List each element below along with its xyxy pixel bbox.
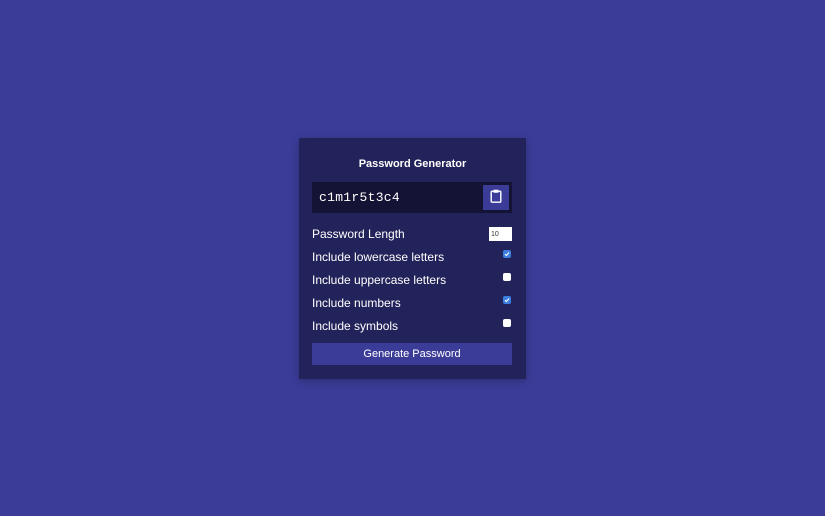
setting-symbols: Include symbols [312,317,512,335]
setting-uppercase: Include uppercase letters [312,271,512,289]
setting-numbers: Include numbers [312,294,512,312]
lowercase-label: Include lowercase letters [312,250,445,264]
uppercase-label: Include uppercase letters [312,273,447,287]
password-length-label: Password Length [312,227,405,241]
password-length-input[interactable] [489,227,512,241]
generated-password: c1m1r5t3c4 [319,190,401,205]
checkmark-icon [504,298,510,303]
symbols-checkbox[interactable] [503,319,511,327]
checkmark-icon [504,252,510,257]
copy-to-clipboard-button[interactable] [483,185,509,210]
clipboard-icon [490,189,502,206]
password-result-box: c1m1r5t3c4 [312,182,512,213]
setting-password-length: Password Length [312,225,512,243]
symbols-label: Include symbols [312,319,399,333]
setting-lowercase: Include lowercase letters [312,248,512,266]
numbers-checkbox[interactable] [503,296,511,304]
uppercase-checkbox[interactable] [503,273,511,281]
app-title: Password Generator [358,158,467,170]
password-generator-card: Password Generator c1m1r5t3c4 Password L… [299,138,526,379]
generate-password-button[interactable]: Generate Password [312,343,512,365]
lowercase-checkbox[interactable] [503,250,511,258]
numbers-label: Include numbers [312,296,401,310]
